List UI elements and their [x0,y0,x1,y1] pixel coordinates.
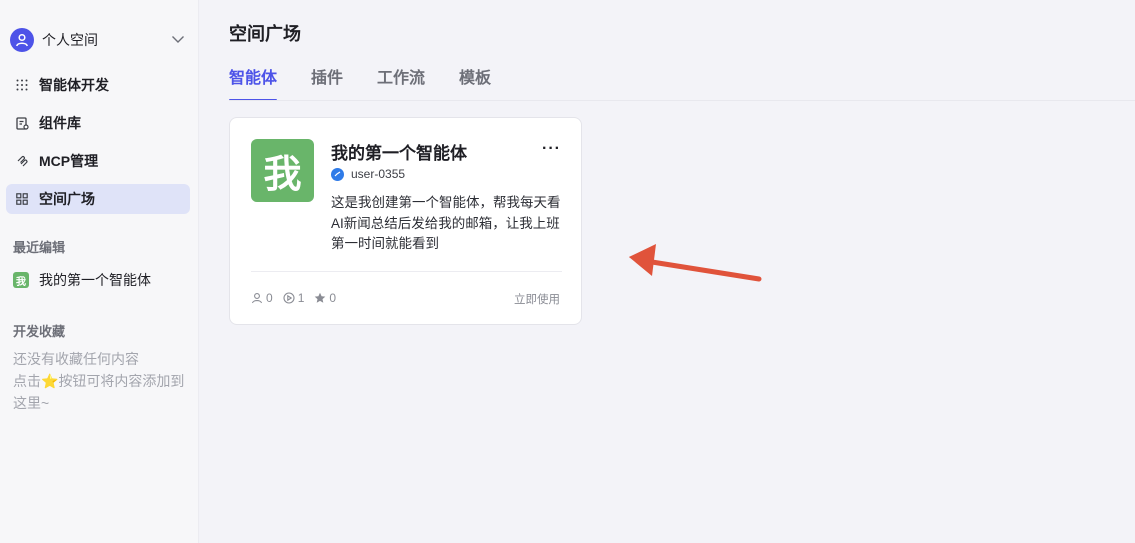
library-icon [15,116,29,130]
chevron-down-icon[interactable] [170,31,186,52]
nav-item-label: MCP管理 [39,153,99,169]
favorites-section-title: 开发收藏 [13,324,66,339]
tab-plugins[interactable]: 插件 [311,64,343,101]
agent-description: 这是我创建第一个智能体，帮我每天看AI新闻总结后发给我的邮箱，让我上班第一时间就… [331,195,561,251]
tabs-divider [229,100,1135,101]
workspace-name: 个人空间 [42,32,98,48]
main-content: 空间广场 智能体 插件 工作流 模板 我 我的第一个智能体 ··· user-0… [199,0,1135,543]
star-icon [315,292,326,303]
author-name: user-0355 [351,167,406,181]
nav-item-label: 智能体开发 [39,77,109,93]
workspace-switcher[interactable]: 个人空间 [10,27,188,53]
tab-workflows[interactable]: 工作流 [377,64,425,101]
nav-item-label: 空间广场 [39,191,95,207]
agent-author: user-0355 [331,167,405,181]
nav-item-space-plaza[interactable]: 空间广场 [6,184,190,214]
play-icon [283,292,295,304]
mcp-icon [15,154,29,168]
tab-bar: 智能体 插件 工作流 模板 [229,64,525,101]
users-count: 0 [266,291,273,305]
use-now-button[interactable]: 立即使用 [514,291,560,307]
stars-stat: 0 [314,291,336,305]
user-icon [10,28,34,52]
nav-item-library[interactable]: 组件库 [6,108,190,138]
nav-item-mcp[interactable]: MCP管理 [6,146,190,176]
users-stat: 0 [251,291,273,305]
star-icon: ⭐ [41,373,59,389]
tab-templates[interactable]: 模板 [459,64,491,101]
runs-stat: 1 [283,291,305,305]
squares-icon [15,192,29,206]
nav-item-agent-dev[interactable]: 智能体开发 [6,70,190,100]
agent-card[interactable]: 我 我的第一个智能体 ··· user-0355 这是我创建第一个智能体，帮我每… [229,117,582,325]
favorites-empty-text: 还没有收藏任何内容 点击⭐按钮可将内容添加到这里~ [13,348,185,414]
favorites-empty-line: 还没有收藏任何内容 [13,351,139,367]
card-stats: 0 1 0 [251,291,346,305]
user-icon [251,293,263,304]
favorites-hint: 点击⭐按钮可将内容添加到这里~ [13,370,185,414]
tab-agents[interactable]: 智能体 [229,64,278,101]
nav-item-label: 组件库 [39,115,81,131]
agent-title: 我的第一个智能体 [331,144,467,163]
recent-item[interactable]: 我 我的第一个智能体 [13,270,151,290]
stars-count: 0 [329,291,337,305]
sidebar: 个人空间 智能体开发 组件库 MCP管理 空间广场 最近编辑 我 我的第一个智能… [0,0,199,543]
card-divider [251,271,562,272]
recent-item-label: 我的第一个智能体 [39,272,151,288]
agent-avatar: 我 [251,139,314,202]
grid-dots-icon [15,78,29,92]
hint-prefix: 点击 [13,373,41,389]
recent-section-title: 最近编辑 [13,240,66,255]
agent-badge: 我 [13,272,29,288]
runs-count: 1 [297,291,305,305]
page-title: 空间广场 [229,24,301,44]
more-menu-icon[interactable]: ··· [542,140,561,158]
author-avatar-icon [331,167,344,181]
